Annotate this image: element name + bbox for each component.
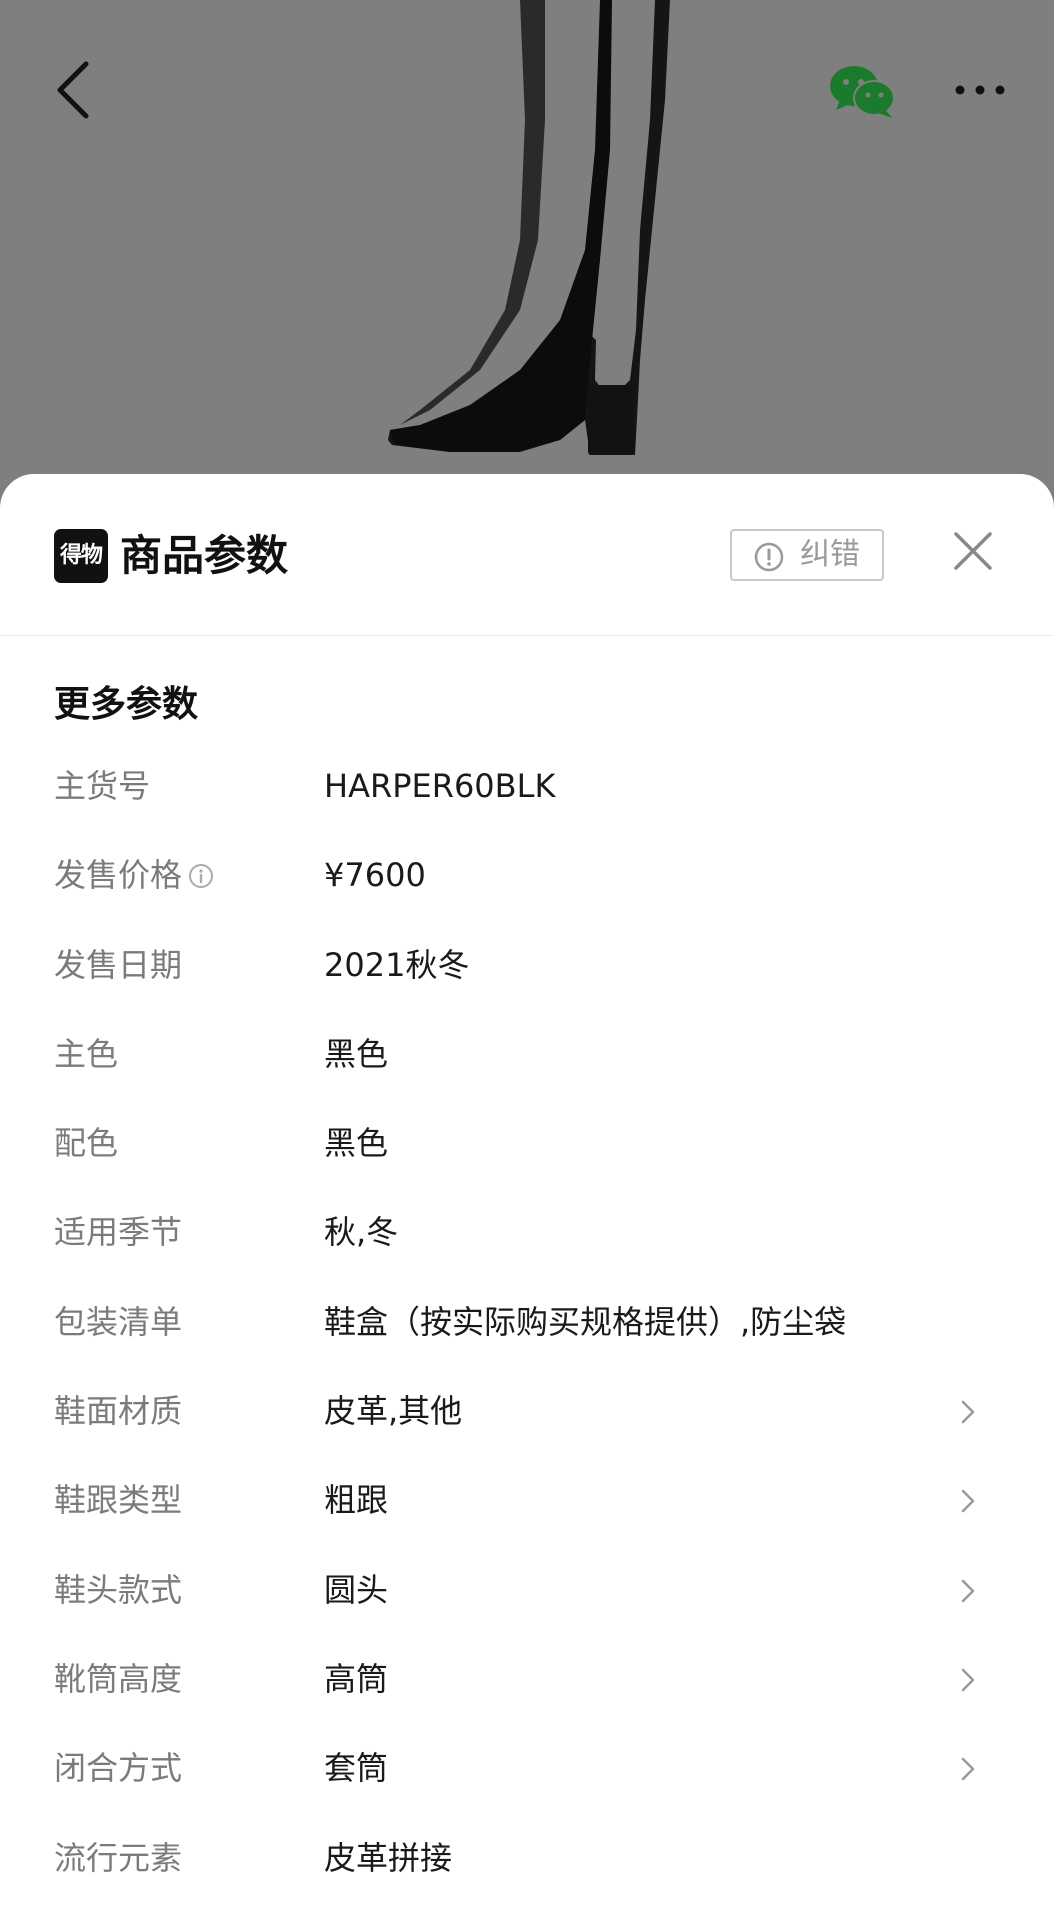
back-icon[interactable] xyxy=(48,58,104,122)
param-key: 适用季节 xyxy=(54,1210,182,1254)
param-row[interactable]: 靴筒高度 高筒 xyxy=(0,1639,1054,1728)
param-value: 黑色 xyxy=(324,1124,389,1163)
param-value: 秋,冬 xyxy=(324,1213,399,1252)
param-row[interactable]: 鞋跟类型 粗跟 xyxy=(0,1460,1054,1549)
wechat-icon[interactable] xyxy=(828,62,898,122)
param-key: 靴筒高度 xyxy=(54,1657,182,1701)
param-row: 包装清单 鞋盒（按实际购买规格提供）,防尘袋 xyxy=(0,1282,1054,1371)
param-row: 主货号 HARPER60BLK xyxy=(0,746,1054,835)
param-list: 主货号 HARPER60BLK 发售价格 ¥7600 发售日期 2021秋冬 主色 黑色 配色黑… xyxy=(0,746,1054,1907)
param-key-label: 鞋面材质 xyxy=(54,1392,183,1431)
param-row: 主色 黑色 xyxy=(0,1014,1054,1103)
sheet-header: 得物 商品参数 纠错 xyxy=(0,474,1054,636)
param-key: 发售日期 xyxy=(54,943,182,987)
chevron-right-icon[interactable] xyxy=(958,1397,978,1427)
sheet-title: 商品参数 xyxy=(120,531,289,580)
params-sheet: 得物 商品参数 纠错 更多参数 主货号 HARPER60BLK 发售价格 ¥7600 发… xyxy=(0,474,1054,1920)
param-key-label: 主货号 xyxy=(54,767,151,805)
param-key-label: 配色 xyxy=(54,1124,119,1163)
param-key-label: 主色 xyxy=(54,1034,119,1073)
param-row: 适用季节 秋,冬 xyxy=(0,1192,1054,1281)
more-dots-icon[interactable] xyxy=(950,68,1010,108)
param-value: 皮革拼接 xyxy=(324,1838,453,1877)
param-row: 发售日期 2021秋冬 xyxy=(0,925,1054,1014)
close-icon[interactable] xyxy=(948,526,998,576)
param-row: 发售价格 ¥7600 xyxy=(0,835,1054,924)
param-key-label: 流行元素 xyxy=(54,1838,183,1877)
param-value: HARPER60BLK xyxy=(324,767,556,805)
report-error-label: 纠错 xyxy=(800,537,860,572)
param-value: 圆头 xyxy=(324,1570,389,1609)
param-key: 流行元素 xyxy=(54,1836,182,1880)
param-key: 发售价格 xyxy=(54,853,214,897)
param-value: 鞋盒（按实际购买规格提供）,防尘袋 xyxy=(324,1302,847,1341)
param-key-label: 适用季节 xyxy=(54,1213,183,1252)
param-key-label: 闭合方式 xyxy=(54,1749,183,1788)
param-key-label: 发售日期 xyxy=(54,945,183,984)
param-value: 皮革,其他 xyxy=(324,1392,463,1431)
param-value: 黑色 xyxy=(324,1034,389,1073)
param-key: 主货号 xyxy=(54,764,150,808)
report-error-button[interactable]: 纠错 xyxy=(730,529,884,581)
param-key-label: 靴筒高度 xyxy=(54,1659,183,1698)
param-key: 主色 xyxy=(54,1032,118,1076)
param-key: 闭合方式 xyxy=(54,1746,182,1790)
param-key: 鞋面材质 xyxy=(54,1389,182,1433)
exclamation-circle-icon xyxy=(754,542,784,572)
param-key-label: 鞋跟类型 xyxy=(54,1481,183,1520)
param-row[interactable]: 鞋面材质 皮革,其他 xyxy=(0,1371,1054,1460)
param-key-label: 包装清单 xyxy=(54,1302,183,1341)
param-key: 鞋头款式 xyxy=(54,1568,182,1612)
param-row[interactable]: 鞋头款式 圆头 xyxy=(0,1550,1054,1639)
param-key: 鞋跟类型 xyxy=(54,1478,182,1522)
param-key: 包装清单 xyxy=(54,1300,182,1344)
info-icon[interactable] xyxy=(188,863,214,889)
param-value: 套筒 xyxy=(324,1749,389,1788)
brand-logo: 得物 xyxy=(54,529,108,583)
chevron-right-icon[interactable] xyxy=(958,1665,978,1695)
param-key: 配色 xyxy=(54,1121,118,1165)
param-row: 配色 黑色 xyxy=(0,1103,1054,1192)
param-key-label: 发售价格 xyxy=(54,856,183,895)
param-value: ¥7600 xyxy=(324,856,426,895)
param-value: 2021秋冬 xyxy=(324,945,470,984)
param-row: 流行元素 皮革拼接 xyxy=(0,1818,1054,1907)
chevron-right-icon[interactable] xyxy=(958,1754,978,1784)
param-value: 高筒 xyxy=(324,1659,389,1698)
param-value: 粗跟 xyxy=(324,1481,389,1520)
chevron-right-icon[interactable] xyxy=(958,1576,978,1606)
product-image-backdrop xyxy=(0,0,1054,520)
section-title: 更多参数 xyxy=(54,684,199,725)
chevron-right-icon[interactable] xyxy=(958,1486,978,1516)
param-row[interactable]: 闭合方式 套筒 xyxy=(0,1728,1054,1817)
param-key-label: 鞋头款式 xyxy=(54,1570,183,1609)
product-params-screen: 得物 商品参数 纠错 更多参数 主货号 HARPER60BLK 发售价格 ¥7600 发… xyxy=(0,0,1054,1920)
